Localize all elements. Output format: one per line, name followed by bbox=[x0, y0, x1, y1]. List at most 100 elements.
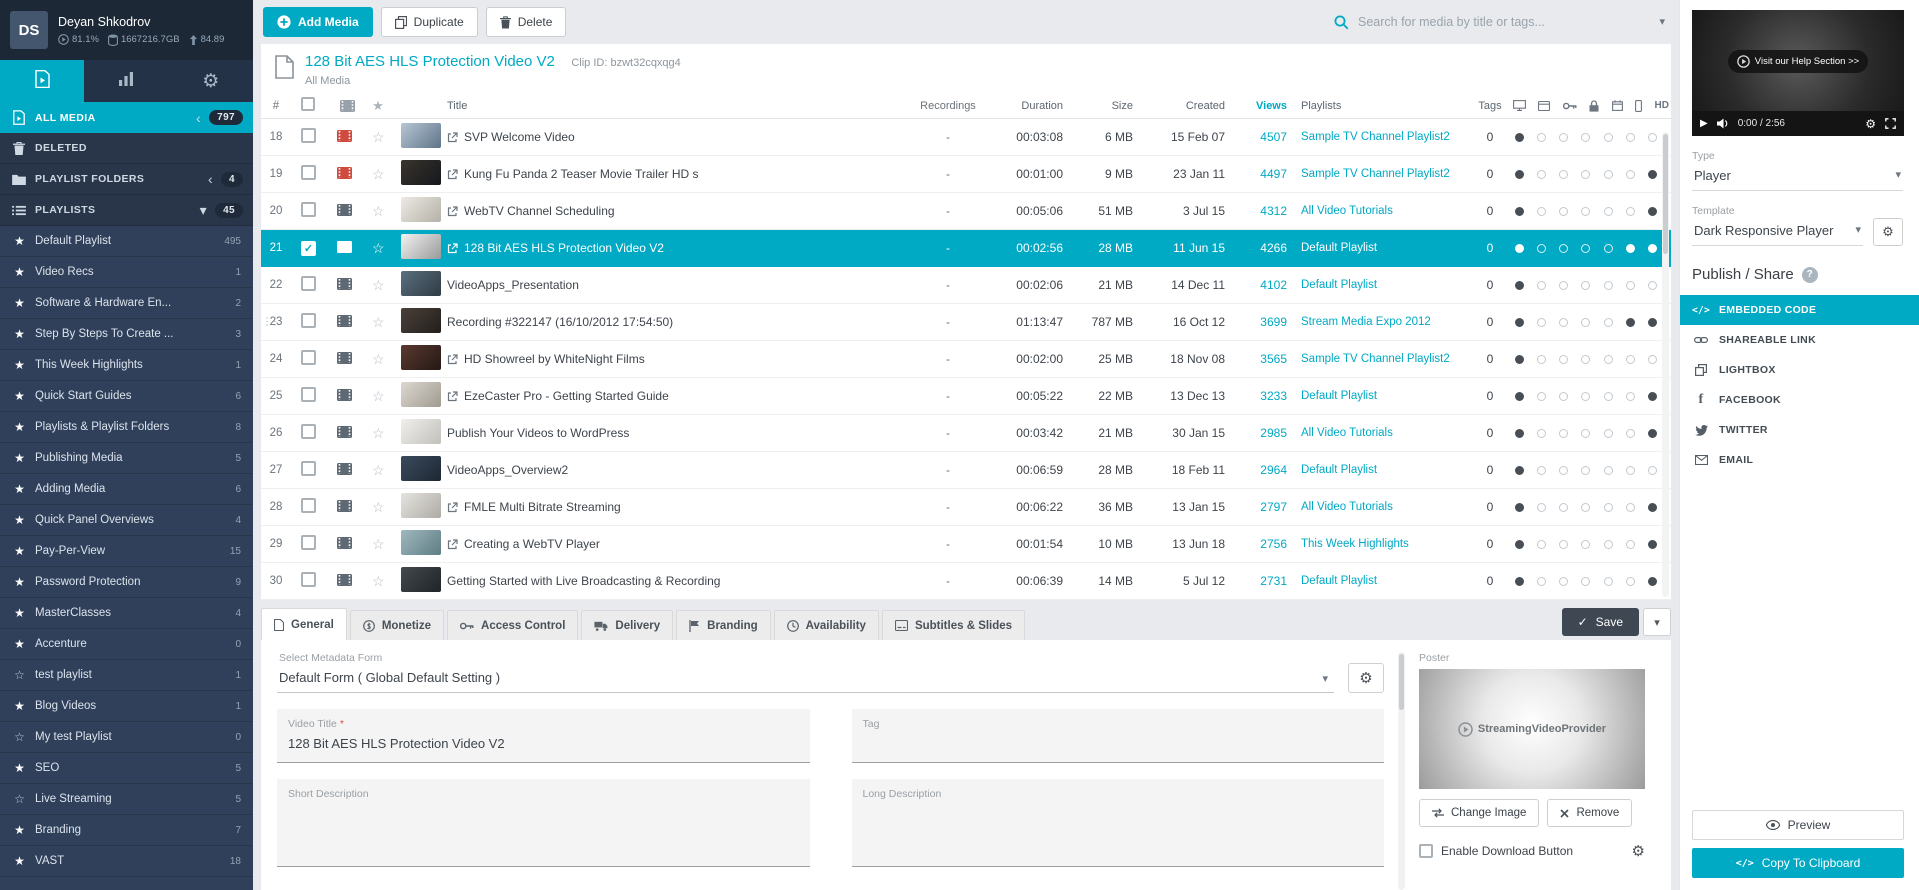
table-row[interactable]: 21✓☆128 Bit AES HLS Protection Video V2-… bbox=[261, 230, 1671, 267]
external-link-icon[interactable] bbox=[447, 169, 458, 180]
selected-media-title[interactable]: 128 Bit AES HLS Protection Video V2 bbox=[305, 53, 555, 70]
tab-access-control[interactable]: Access Control bbox=[447, 610, 578, 640]
playlist-link[interactable]: Sample TV Channel Playlist2 bbox=[1301, 131, 1467, 143]
external-link-icon[interactable] bbox=[447, 132, 458, 143]
row-checkbox[interactable] bbox=[301, 128, 316, 143]
playlist-link[interactable]: Stream Media Expo 2012 bbox=[1301, 316, 1467, 328]
row-checkbox[interactable] bbox=[301, 165, 316, 180]
row-checkbox[interactable] bbox=[301, 387, 316, 402]
star-column-icon[interactable]: ★ bbox=[361, 98, 395, 114]
sidebar-playlist-item-password-protection[interactable]: ★Password Protection9 bbox=[0, 567, 253, 598]
video-title[interactable]: 128 Bit AES HLS Protection Video V2 bbox=[464, 241, 664, 255]
tab-delivery[interactable]: Delivery bbox=[581, 610, 673, 640]
play-button[interactable]: ▶ bbox=[1700, 118, 1708, 129]
row-checkbox[interactable] bbox=[301, 572, 316, 587]
star-outline-icon[interactable]: ☆ bbox=[372, 573, 385, 589]
template-select[interactable]: Dark Responsive Player ▾ bbox=[1692, 217, 1863, 246]
video-player-preview[interactable]: Visit our Help Section >> ▶ 0:00 / 2:56 … bbox=[1692, 10, 1904, 136]
table-row[interactable]: 22☆VideoApps_Presentation-00:02:0621 MB1… bbox=[261, 267, 1671, 304]
table-row[interactable]: 27☆VideoApps_Overview2-00:06:5928 MB18 F… bbox=[261, 452, 1671, 489]
views-link[interactable]: 4266 bbox=[1260, 241, 1287, 255]
duplicate-button[interactable]: Duplicate bbox=[381, 7, 478, 37]
external-link-icon[interactable] bbox=[447, 354, 458, 365]
tab-monetize[interactable]: Monetize bbox=[350, 610, 444, 640]
player-settings-icon[interactable]: ⚙ bbox=[1865, 117, 1876, 131]
column-tags[interactable]: Tags bbox=[1469, 100, 1511, 112]
row-checkbox[interactable] bbox=[301, 424, 316, 439]
share-embedded-code[interactable]: </>EMBEDDED CODE bbox=[1680, 295, 1919, 325]
metadata-settings-button[interactable]: ⚙ bbox=[1348, 663, 1384, 693]
external-link-icon[interactable] bbox=[447, 206, 458, 217]
table-row[interactable]: 20☆WebTV Channel Scheduling-00:05:0651 M… bbox=[261, 193, 1671, 230]
sidebar-playlist-item-quick-start-guides[interactable]: ★Quick Start Guides6 bbox=[0, 381, 253, 412]
row-checkbox[interactable] bbox=[301, 461, 316, 476]
row-checkbox[interactable]: ✓ bbox=[301, 241, 316, 256]
table-row[interactable]: 24☆HD Showreel by WhiteNight Films-00:02… bbox=[261, 341, 1671, 378]
column-created[interactable]: Created bbox=[1145, 100, 1237, 112]
sidebar-item-playlist-folders[interactable]: PLAYLIST FOLDERS ‹ 4 bbox=[0, 164, 253, 195]
sidebar-tab-media[interactable] bbox=[0, 60, 84, 102]
share-email[interactable]: EMAIL bbox=[1680, 445, 1919, 475]
external-link-icon[interactable] bbox=[447, 539, 458, 550]
tab-availability[interactable]: Availability bbox=[774, 610, 879, 640]
table-scrollbar-thumb[interactable] bbox=[1663, 134, 1668, 254]
sidebar-playlist-item-pay-per-view[interactable]: ★Pay-Per-View15 bbox=[0, 536, 253, 567]
template-settings-button[interactable]: ⚙ bbox=[1873, 218, 1903, 246]
star-outline-icon[interactable]: ☆ bbox=[372, 314, 385, 330]
video-thumbnail[interactable] bbox=[401, 456, 441, 481]
video-thumbnail[interactable] bbox=[401, 567, 441, 592]
row-checkbox[interactable] bbox=[301, 535, 316, 550]
drag-handle-icon[interactable]: ⋮⋮ bbox=[262, 317, 278, 328]
row-checkbox[interactable] bbox=[301, 202, 316, 217]
video-thumbnail[interactable] bbox=[401, 308, 441, 333]
external-link-icon[interactable] bbox=[447, 243, 458, 254]
video-title[interactable]: Getting Started with Live Broadcasting &… bbox=[447, 574, 720, 588]
sidebar-playlist-item-adding-media[interactable]: ★Adding Media6 bbox=[0, 474, 253, 505]
playlist-link[interactable]: Default Playlist bbox=[1301, 575, 1467, 587]
playlist-link[interactable]: Default Playlist bbox=[1301, 464, 1467, 476]
views-link[interactable]: 4312 bbox=[1260, 204, 1287, 218]
table-row[interactable]: 28☆FMLE Multi Bitrate Streaming-00:06:22… bbox=[261, 489, 1671, 526]
share-lightbox[interactable]: LIGHTBOX bbox=[1680, 355, 1919, 385]
save-options-chevron-icon[interactable]: ▾ bbox=[1643, 608, 1671, 636]
playlist-link[interactable]: Default Playlist bbox=[1301, 279, 1467, 291]
table-row[interactable]: 30☆Getting Started with Live Broadcastin… bbox=[261, 563, 1671, 600]
tag-field[interactable]: Tag bbox=[852, 709, 1385, 763]
row-checkbox[interactable] bbox=[301, 313, 316, 328]
video-title[interactable]: Creating a WebTV Player bbox=[464, 537, 600, 551]
long-description-field[interactable]: Long Description bbox=[852, 779, 1385, 867]
key-icon[interactable] bbox=[1563, 102, 1577, 110]
sidebar-playlist-item-software-hardware-en[interactable]: ★Software & Hardware En...2 bbox=[0, 288, 253, 319]
form-scrollbar[interactable] bbox=[1398, 652, 1405, 890]
hd-column-label[interactable]: HD bbox=[1655, 100, 1669, 111]
add-media-button[interactable]: Add Media bbox=[263, 7, 373, 37]
video-thumbnail[interactable] bbox=[401, 493, 441, 518]
views-link[interactable]: 2797 bbox=[1260, 500, 1287, 514]
views-link[interactable]: 2964 bbox=[1260, 463, 1287, 477]
sidebar-playlist-item-my-test-playlist[interactable]: ☆My test Playlist0 bbox=[0, 722, 253, 753]
star-outline-icon[interactable]: ☆ bbox=[372, 129, 385, 145]
playlist-link[interactable]: All Video Tutorials bbox=[1301, 501, 1467, 513]
star-outline-icon[interactable]: ☆ bbox=[372, 425, 385, 441]
star-outline-icon[interactable]: ☆ bbox=[372, 203, 385, 219]
help-section-button[interactable]: Visit our Help Section >> bbox=[1728, 50, 1868, 73]
playlist-link[interactable]: This Week Highlights bbox=[1301, 538, 1467, 550]
row-checkbox[interactable] bbox=[301, 350, 316, 365]
sidebar-playlist-item-seo[interactable]: ★SEO5 bbox=[0, 753, 253, 784]
column-views[interactable]: Views bbox=[1237, 100, 1299, 112]
short-description-field[interactable]: Short Description bbox=[277, 779, 810, 867]
views-link[interactable]: 4507 bbox=[1260, 130, 1287, 144]
type-select[interactable]: Player ▾ bbox=[1692, 162, 1903, 191]
video-thumbnail[interactable] bbox=[401, 160, 441, 185]
views-link[interactable]: 2756 bbox=[1260, 537, 1287, 551]
sidebar-playlist-item-masterclasses[interactable]: ★MasterClasses4 bbox=[0, 598, 253, 629]
video-thumbnail[interactable] bbox=[401, 382, 441, 407]
table-row[interactable]: 25☆EzeCaster Pro - Getting Started Guide… bbox=[261, 378, 1671, 415]
video-title-field[interactable]: Video Title* 128 Bit AES HLS Protection … bbox=[277, 709, 810, 763]
sidebar-playlist-item-default-playlist[interactable]: ★Default Playlist495 bbox=[0, 226, 253, 257]
card-icon[interactable] bbox=[1538, 101, 1550, 111]
volume-icon[interactable] bbox=[1717, 118, 1729, 129]
video-title[interactable]: EzeCaster Pro - Getting Started Guide bbox=[464, 389, 669, 403]
sidebar-playlist-item-quick-panel-overviews[interactable]: ★Quick Panel Overviews4 bbox=[0, 505, 253, 536]
external-link-icon[interactable] bbox=[447, 391, 458, 402]
